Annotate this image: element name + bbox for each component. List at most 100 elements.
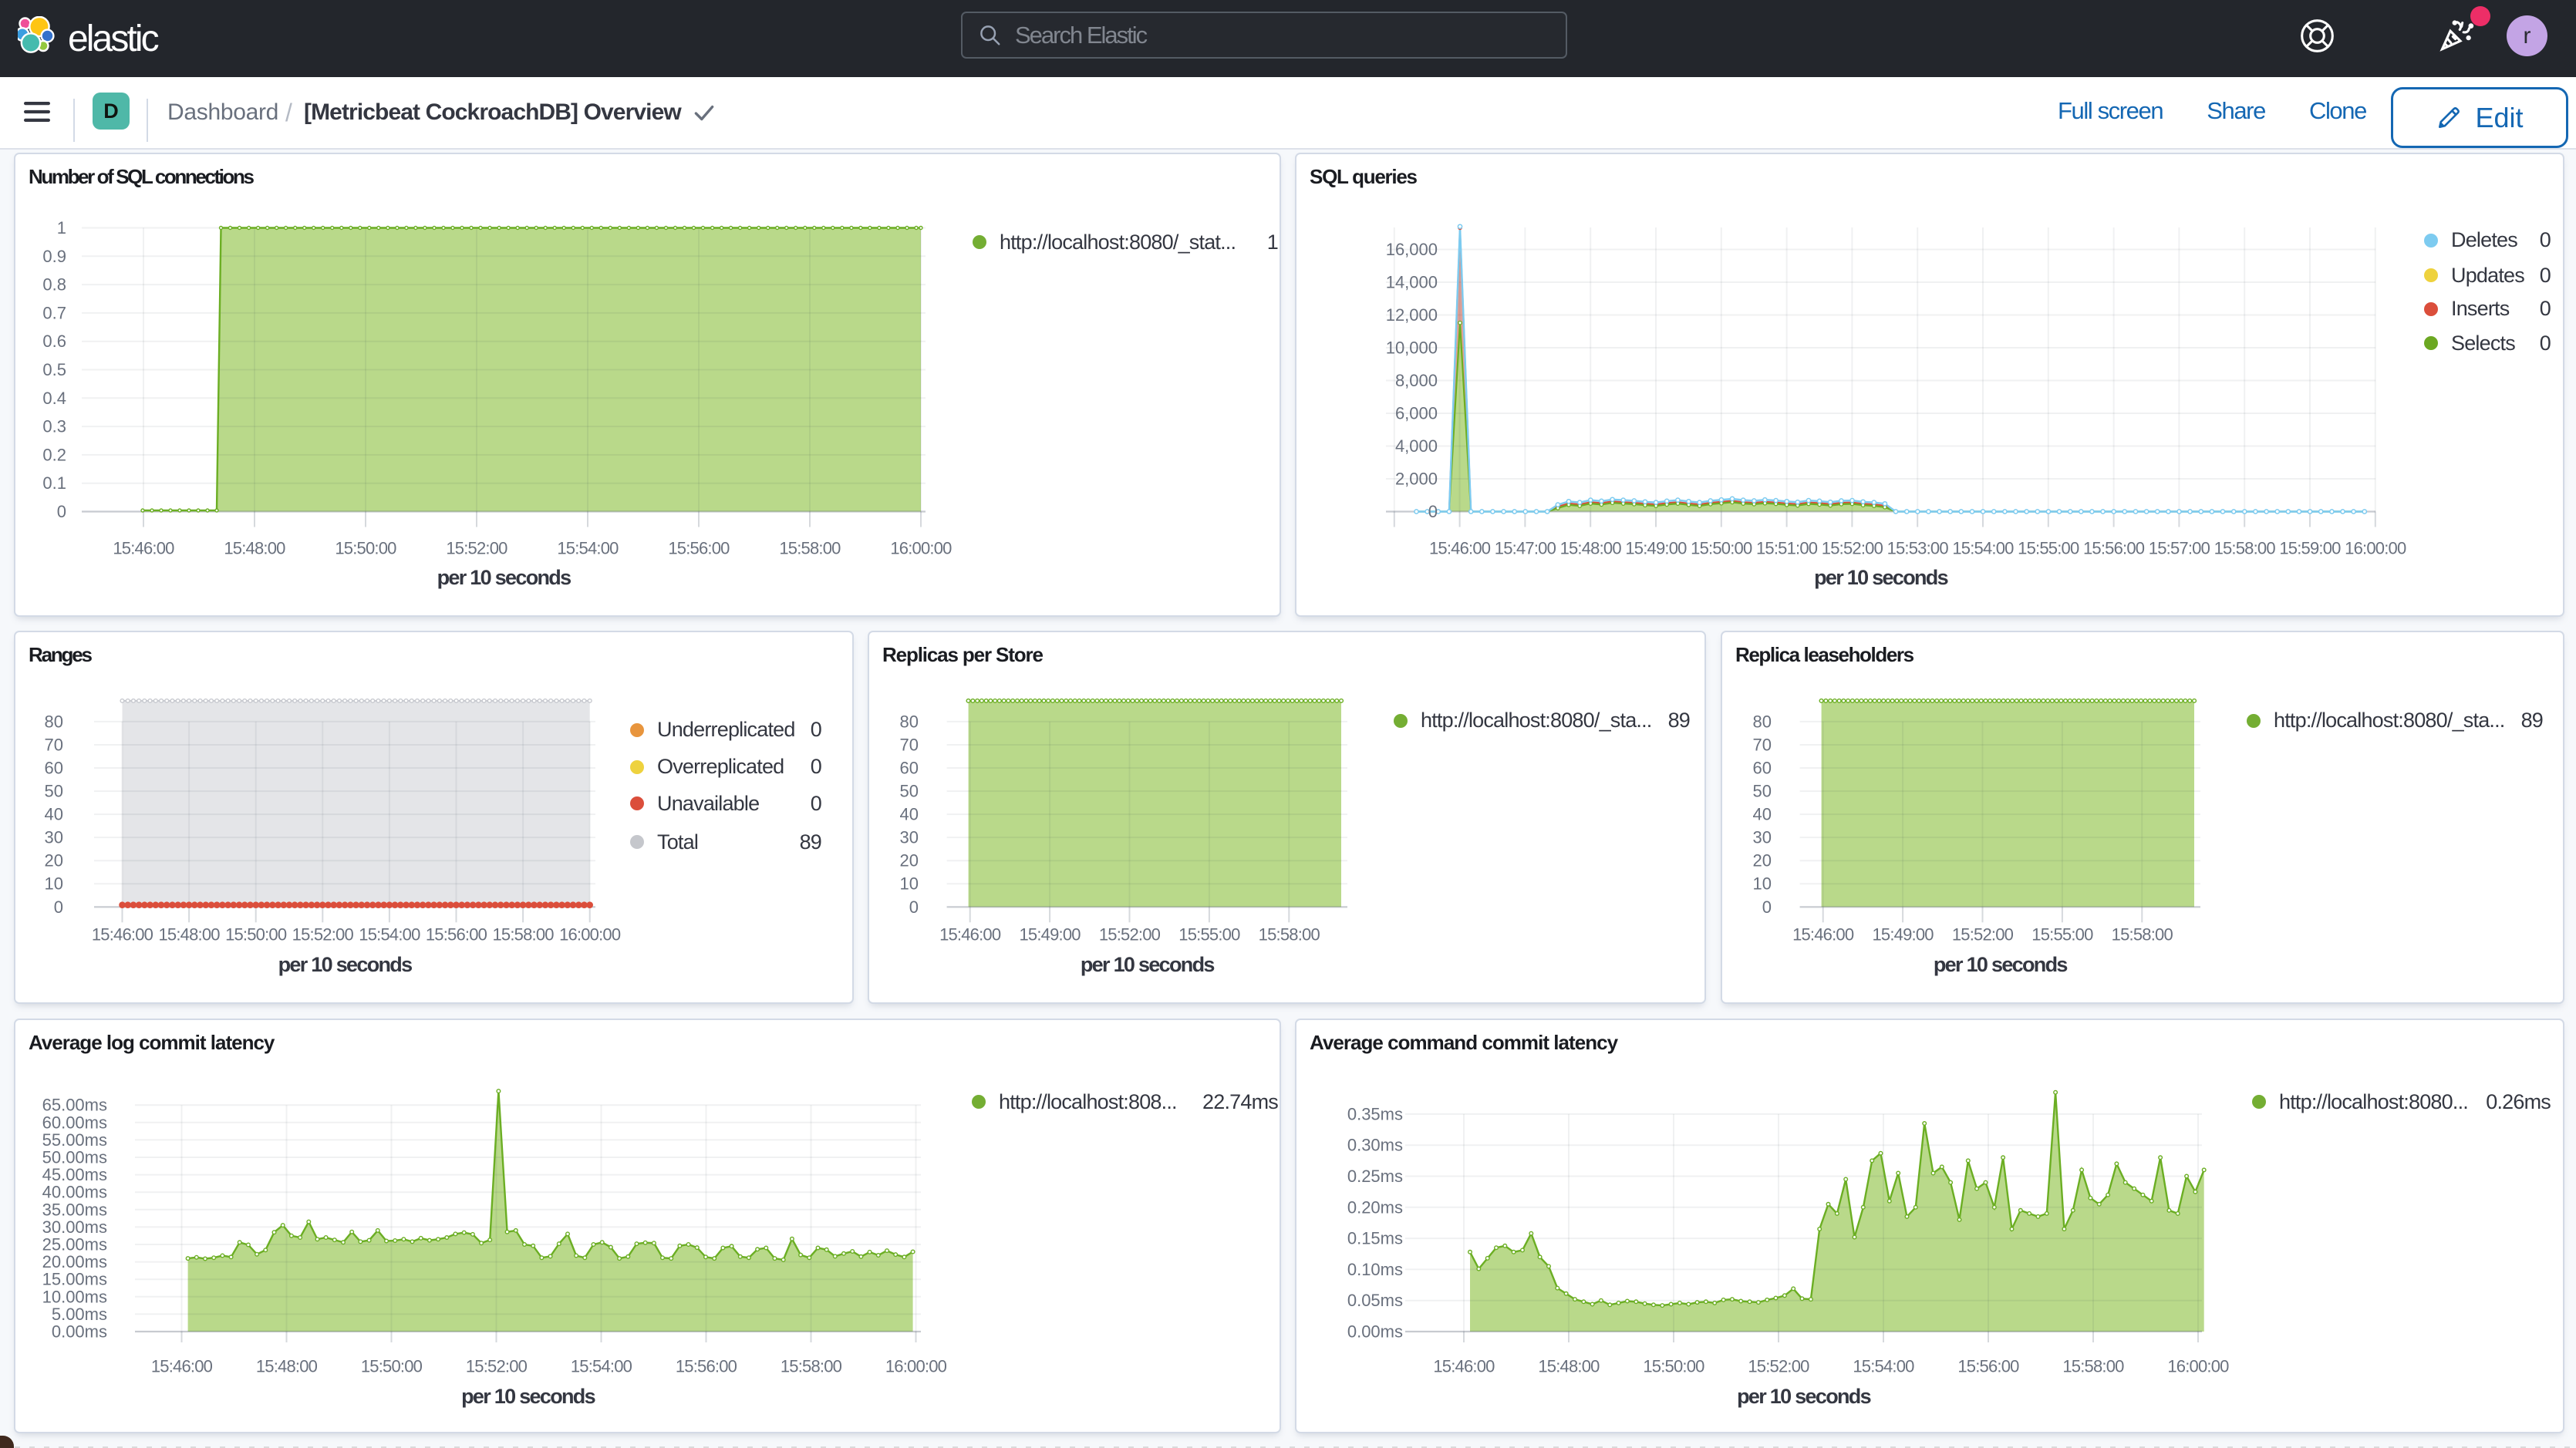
svg-text:16:00:00: 16:00:00	[890, 539, 952, 558]
svg-text:10: 10	[1753, 874, 1772, 894]
svg-text:5.00ms: 5.00ms	[52, 1305, 107, 1324]
svg-text:80: 80	[900, 712, 919, 731]
svg-text:0.30ms: 0.30ms	[1347, 1136, 1403, 1155]
svg-text:15:56:00: 15:56:00	[676, 1357, 737, 1376]
svg-text:15:55:00: 15:55:00	[1178, 925, 1240, 945]
svg-text:15:56:00: 15:56:00	[1957, 1357, 2019, 1376]
svg-text:15:50:00: 15:50:00	[1643, 1357, 1704, 1376]
svg-text:8,000: 8,000	[1395, 371, 1438, 390]
svg-text:15:56:00: 15:56:00	[426, 925, 487, 945]
svg-text:30: 30	[1753, 828, 1772, 847]
svg-text:35.00ms: 35.00ms	[42, 1200, 107, 1219]
svg-text:15:46:00: 15:46:00	[113, 539, 174, 558]
svg-text:per 10 seconds: per 10 seconds	[1737, 1385, 1870, 1408]
svg-text:0.05ms: 0.05ms	[1347, 1291, 1403, 1310]
svg-text:15:48:00: 15:48:00	[256, 1357, 318, 1376]
svg-text:15:58:00: 15:58:00	[2112, 925, 2173, 945]
svg-text:50: 50	[900, 782, 919, 801]
svg-text:0.15ms: 0.15ms	[1347, 1229, 1403, 1248]
svg-text:25.00ms: 25.00ms	[42, 1235, 107, 1254]
svg-text:15:50:00: 15:50:00	[361, 1357, 423, 1376]
svg-text:4,000: 4,000	[1395, 436, 1438, 456]
svg-text:70: 70	[900, 736, 919, 755]
svg-text:0.2: 0.2	[42, 445, 66, 464]
svg-text:15:58:00: 15:58:00	[492, 925, 554, 945]
svg-text:0.4: 0.4	[42, 389, 66, 408]
svg-text:16:00:00: 16:00:00	[885, 1357, 947, 1376]
svg-text:50: 50	[1753, 782, 1772, 801]
svg-text:15:58:00: 15:58:00	[1259, 925, 1320, 945]
svg-text:55.00ms: 55.00ms	[42, 1130, 107, 1150]
svg-text:15:52:00: 15:52:00	[466, 1357, 528, 1376]
svg-text:15:49:00: 15:49:00	[1872, 925, 1934, 945]
svg-text:15:57:00: 15:57:00	[2149, 539, 2210, 558]
svg-text:20: 20	[900, 851, 919, 870]
svg-text:0: 0	[54, 897, 63, 917]
svg-text:per 10 seconds: per 10 seconds	[278, 953, 412, 976]
svg-text:15:46:00: 15:46:00	[1792, 925, 1854, 945]
svg-text:0.10ms: 0.10ms	[1347, 1260, 1403, 1279]
svg-text:0.00ms: 0.00ms	[1347, 1322, 1403, 1342]
svg-text:15.00ms: 15.00ms	[42, 1270, 107, 1289]
svg-text:80: 80	[1753, 712, 1772, 731]
svg-text:15:50:00: 15:50:00	[1691, 539, 1752, 558]
svg-text:15:54:00: 15:54:00	[1853, 1357, 1914, 1376]
svg-text:0.5: 0.5	[42, 360, 66, 379]
svg-text:16:00:00: 16:00:00	[2345, 539, 2406, 558]
svg-text:15:48:00: 15:48:00	[224, 539, 285, 558]
svg-text:60: 60	[1753, 759, 1772, 778]
svg-text:15:48:00: 15:48:00	[1538, 1357, 1600, 1376]
svg-text:15:55:00: 15:55:00	[2031, 925, 2093, 945]
svg-text:per 10 seconds: per 10 seconds	[461, 1385, 595, 1408]
svg-text:12,000: 12,000	[1386, 305, 1438, 325]
svg-text:30: 30	[900, 828, 919, 847]
svg-text:60: 60	[45, 759, 63, 778]
svg-text:65.00ms: 65.00ms	[42, 1096, 107, 1115]
svg-text:70: 70	[1753, 736, 1772, 755]
svg-text:15:47:00: 15:47:00	[1495, 539, 1556, 558]
svg-text:60: 60	[900, 759, 919, 778]
svg-text:14,000: 14,000	[1386, 273, 1438, 292]
svg-text:15:54:00: 15:54:00	[359, 925, 420, 945]
svg-text:0.9: 0.9	[42, 247, 66, 266]
svg-text:0: 0	[57, 502, 66, 521]
svg-text:15:56:00: 15:56:00	[2083, 539, 2145, 558]
svg-text:16,000: 16,000	[1386, 240, 1438, 259]
svg-text:15:46:00: 15:46:00	[1433, 1357, 1495, 1376]
svg-text:per 10 seconds: per 10 seconds	[1934, 953, 2067, 976]
svg-text:15:46:00: 15:46:00	[92, 925, 153, 945]
svg-text:15:48:00: 15:48:00	[158, 925, 220, 945]
svg-text:20: 20	[1753, 851, 1772, 870]
svg-text:15:52:00: 15:52:00	[1748, 1357, 1809, 1376]
svg-text:50.00ms: 50.00ms	[42, 1148, 107, 1167]
svg-text:80: 80	[45, 712, 63, 731]
svg-text:16:00:00: 16:00:00	[2167, 1357, 2229, 1376]
svg-text:15:49:00: 15:49:00	[1019, 925, 1081, 945]
svg-text:15:53:00: 15:53:00	[1887, 539, 1949, 558]
svg-text:15:54:00: 15:54:00	[571, 1357, 632, 1376]
svg-text:10: 10	[900, 874, 919, 894]
svg-text:1: 1	[57, 218, 66, 237]
svg-text:15:52:00: 15:52:00	[1099, 925, 1161, 945]
svg-text:60.00ms: 60.00ms	[42, 1113, 107, 1132]
svg-text:6,000: 6,000	[1395, 404, 1438, 423]
svg-text:15:58:00: 15:58:00	[779, 539, 841, 558]
svg-text:0.1: 0.1	[42, 473, 66, 493]
svg-text:15:52:00: 15:52:00	[292, 925, 354, 945]
svg-text:40: 40	[900, 805, 919, 824]
svg-text:15:52:00: 15:52:00	[446, 539, 507, 558]
svg-text:0.35ms: 0.35ms	[1347, 1104, 1403, 1123]
svg-text:15:52:00: 15:52:00	[1822, 539, 1883, 558]
svg-text:15:54:00: 15:54:00	[557, 539, 619, 558]
svg-text:15:48:00: 15:48:00	[1560, 539, 1622, 558]
svg-text:0.7: 0.7	[42, 303, 66, 322]
svg-text:15:52:00: 15:52:00	[1952, 925, 2014, 945]
svg-text:40: 40	[45, 805, 63, 824]
svg-text:20: 20	[45, 851, 63, 870]
svg-text:0: 0	[1762, 897, 1772, 917]
svg-text:50: 50	[45, 782, 63, 801]
svg-text:15:54:00: 15:54:00	[1952, 539, 2014, 558]
svg-text:15:50:00: 15:50:00	[225, 925, 287, 945]
svg-text:30.00ms: 30.00ms	[42, 1217, 107, 1237]
svg-text:10: 10	[45, 874, 63, 894]
